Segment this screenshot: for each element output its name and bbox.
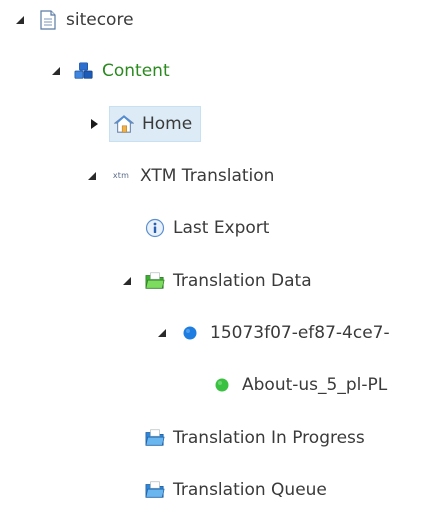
tree-node-content[interactable]: Content [50,53,170,89]
blue-folder-icon [145,480,165,500]
toggle-spacer [121,222,133,234]
tree-node-xtm-translation[interactable]: xtm XTM Translation [86,158,274,194]
collapse-toggle-icon[interactable] [50,65,62,77]
tree-node-label: Content [102,61,170,81]
tree-node-label: 15073f07-ef87-4ce7- [210,323,390,343]
tree-node-last-export[interactable]: Last Export [121,210,269,246]
tree-node-translation-in-progress[interactable]: Translation In Progress [121,420,365,456]
home-icon [114,114,134,134]
tree-node-label: Home [142,114,193,134]
blue-folder-icon [145,428,165,448]
green-folder-icon [145,271,165,291]
tree-node-label: Translation In Progress [173,428,365,448]
tree-node-label: Last Export [173,218,270,238]
tree-node-guid-item[interactable]: 15073f07-ef87-4ce7- [156,315,390,351]
tree-node-translation-queue[interactable]: Translation Queue [121,472,327,508]
selected-node-highlight[interactable]: Home [109,106,202,142]
collapse-toggle-icon[interactable] [86,170,98,182]
document-icon [38,10,58,30]
xtm-logo-icon: xtm [112,171,130,180]
tree-node-label: sitecore [66,10,134,30]
tree-node-translation-data[interactable]: Translation Data [121,263,312,299]
toggle-spacer [188,379,200,391]
tree-node-home[interactable]: Home [88,106,202,142]
tree-node-sitecore[interactable]: sitecore [14,2,134,38]
tree-node-label: Translation Queue [173,480,327,500]
tree-node-about-us[interactable]: About-us_5_pl-PL [188,367,387,403]
collapse-toggle-icon[interactable] [121,275,133,287]
expand-toggle-icon[interactable] [88,118,100,130]
info-icon [145,218,165,238]
tree-node-label: Translation Data [173,271,312,291]
blue-dot-icon [180,323,200,343]
blocks-icon [74,61,94,81]
toggle-spacer [121,484,133,496]
content-tree: sitecore Content Home xtm XTM Translatio… [0,0,446,504]
tree-node-label: XTM Translation [140,166,275,186]
collapse-toggle-icon[interactable] [156,327,168,339]
toggle-spacer [121,432,133,444]
tree-node-label: About-us_5_pl-PL [242,375,388,395]
collapse-toggle-icon[interactable] [14,14,26,26]
green-dot-icon [212,375,232,395]
